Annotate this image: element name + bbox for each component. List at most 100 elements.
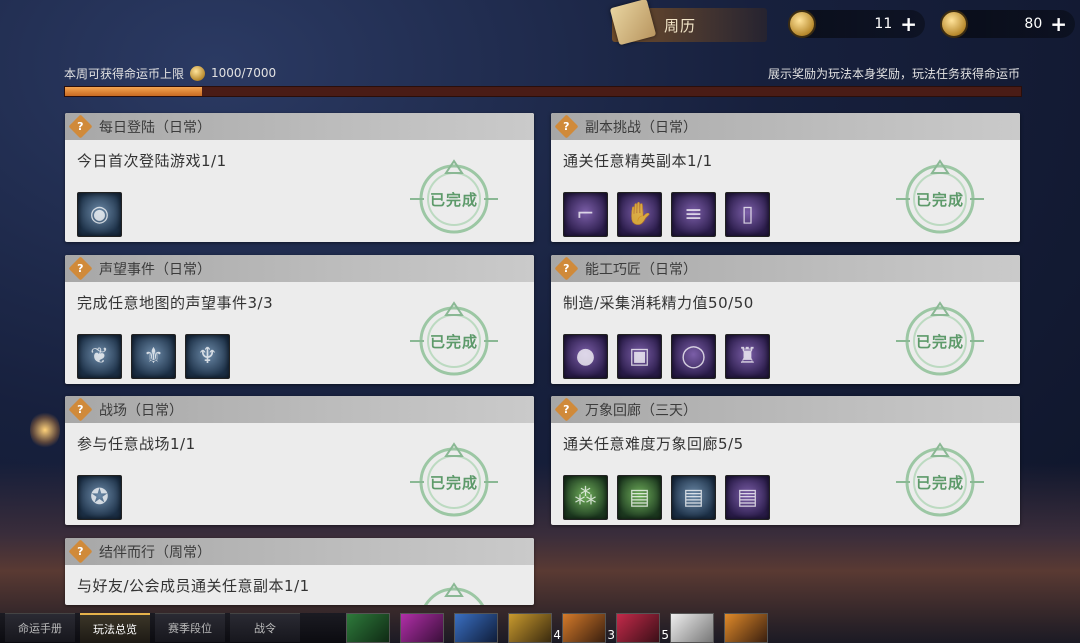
- chest-icon: ▤: [683, 485, 704, 510]
- completed-label: 已完成: [915, 333, 964, 351]
- quest-help-icon[interactable]: ?: [554, 256, 579, 281]
- quest-header: ? 战场（日常）: [65, 396, 534, 423]
- quest-card-reputation[interactable]: ? 声望事件（日常） 完成任意地图的声望事件3/3 ❦ ⚜ ♆ 已完成: [65, 255, 534, 384]
- currency-fate-coin: 80 +: [940, 10, 1075, 38]
- reward-item[interactable]: ♜: [725, 334, 770, 379]
- reward-item[interactable]: ⚜: [131, 334, 176, 379]
- completed-stamp: 已完成: [892, 299, 988, 379]
- quest-card-daily-login[interactable]: ? 每日登陆（日常） 今日首次登陆游戏1/1 ◉ 已完成: [65, 113, 534, 242]
- energy-add-button[interactable]: +: [900, 14, 917, 34]
- ring-icon: ◯: [681, 344, 706, 369]
- completed-label: 已完成: [429, 333, 478, 351]
- faction-emblem-icon: ♆: [197, 344, 218, 369]
- reward-item[interactable]: ▤: [671, 475, 716, 520]
- quest-header: ? 结伴而行（周常）: [65, 538, 534, 565]
- reward-list: ❦ ⚜ ♆: [77, 334, 230, 379]
- fate-coin-icon: [190, 65, 206, 81]
- completed-stamp: 已完成: [406, 440, 502, 520]
- reward-item[interactable]: ▤: [617, 475, 662, 520]
- quest-header: ? 能工巧匠（日常）: [551, 255, 1020, 282]
- quest-card-crafting[interactable]: ? 能工巧匠（日常） 制造/采集消耗精力值50/50 ● ▣ ◯ ♜ 已完成: [551, 255, 1020, 384]
- reward-item[interactable]: ⁂: [563, 475, 608, 520]
- quest-header: ? 声望事件（日常）: [65, 255, 534, 282]
- reward-item[interactable]: ◯: [671, 334, 716, 379]
- tab-season-rank[interactable]: 赛季段位: [155, 613, 225, 642]
- calendar-scroll-icon: [609, 0, 657, 46]
- skill-slot[interactable]: [724, 613, 768, 643]
- reward-item[interactable]: ▯: [725, 192, 770, 237]
- quest-help-icon[interactable]: ?: [554, 114, 579, 139]
- reward-list: ● ▣ ◯ ♜: [563, 334, 770, 379]
- bomb-icon: ●: [575, 344, 596, 369]
- weekly-calendar-button[interactable]: 周历: [609, 0, 767, 46]
- completed-stamp: [406, 580, 502, 605]
- reward-item[interactable]: ●: [563, 334, 608, 379]
- reward-item[interactable]: ✋: [617, 192, 662, 237]
- quest-category: 能工巧匠（日常）: [585, 261, 697, 278]
- quest-header: ? 万象回廊（三天）: [551, 396, 1020, 423]
- reward-item[interactable]: ⌐: [563, 192, 608, 237]
- belt-icon: ≡: [684, 202, 703, 227]
- fate-coin-add-button[interactable]: +: [1050, 14, 1067, 34]
- herb-pile-icon: ⁂: [574, 485, 597, 510]
- quest-category: 万象回廊（三天）: [585, 402, 697, 419]
- crate-icon: ▣: [629, 344, 650, 369]
- weekly-cap-progress-bar: [64, 86, 1022, 97]
- skill-slot[interactable]: [400, 613, 444, 643]
- quest-category: 声望事件（日常）: [99, 261, 211, 278]
- weekly-cap-row: 本周可获得命运币上限 1000/7000 展示奖励为玩法本身奖励，玩法任务获得命…: [64, 64, 1020, 82]
- weekly-cap-label: 本周可获得命运币上限: [64, 66, 185, 81]
- quest-help-icon[interactable]: ?: [68, 114, 93, 139]
- quest-header: ? 每日登陆（日常）: [65, 113, 534, 140]
- quest-help-icon[interactable]: ?: [68, 539, 93, 564]
- bottom-tab-bar: 命运手册 玩法总览 赛季段位 战令: [0, 613, 346, 643]
- medal-icon: ◉: [89, 202, 110, 227]
- reward-list: ⌐ ✋ ≡ ▯: [563, 192, 770, 237]
- quest-category: 每日登陆（日常）: [99, 119, 211, 136]
- skill-slot[interactable]: [346, 613, 390, 643]
- item-slot[interactable]: 3: [562, 613, 615, 643]
- completed-label: 已完成: [429, 191, 478, 209]
- completed-label: 已完成: [915, 474, 964, 492]
- quest-category: 战场（日常）: [99, 402, 183, 419]
- mount-slot[interactable]: [670, 613, 714, 643]
- tab-battle-pass[interactable]: 战令: [230, 613, 300, 642]
- lantern-icon: ♜: [737, 344, 758, 369]
- reward-list: ⁂ ▤ ▤ ▤: [563, 475, 770, 520]
- reward-list: ◉: [77, 192, 122, 237]
- reward-item[interactable]: ♆: [185, 334, 230, 379]
- quest-card-battleground[interactable]: ? 战场（日常） 参与任意战场1/1 ✪ 已完成: [65, 396, 534, 525]
- quest-help-icon[interactable]: ?: [68, 256, 93, 281]
- reward-item[interactable]: ≡: [671, 192, 716, 237]
- tab-fate-handbook[interactable]: 命运手册: [5, 613, 75, 642]
- skill-slot[interactable]: [454, 613, 498, 643]
- cloak-icon: ▯: [741, 202, 754, 227]
- completed-label: 已完成: [915, 191, 964, 209]
- badge-icon: ✪: [90, 485, 109, 510]
- reward-item[interactable]: ▤: [725, 475, 770, 520]
- background-lantern-light: [30, 410, 60, 450]
- item-slot[interactable]: 5: [616, 613, 669, 643]
- fate-coin-icon: [940, 10, 968, 38]
- quest-card-corridor[interactable]: ? 万象回廊（三天） 通关任意难度万象回廊5/5 ⁂ ▤ ▤ ▤ 已完成: [551, 396, 1020, 525]
- reward-item[interactable]: ◉: [77, 192, 122, 237]
- quest-card-companion[interactable]: ? 结伴而行（周常） 与好友/公会成员通关任意副本1/1: [65, 538, 534, 605]
- reward-item[interactable]: ❦: [77, 334, 122, 379]
- fate-coin-amount: 80: [1024, 16, 1043, 32]
- completed-stamp: 已完成: [406, 299, 502, 379]
- item-slot[interactable]: 4: [508, 613, 561, 643]
- quest-header: ? 副本挑战（日常）: [551, 113, 1020, 140]
- faction-emblem-icon: ❦: [90, 344, 109, 369]
- calendar-label: 周历: [664, 16, 697, 35]
- chest-icon: ▤: [629, 485, 650, 510]
- reward-item[interactable]: ✪: [77, 475, 122, 520]
- tab-gameplay-overview[interactable]: 玩法总览: [80, 613, 150, 643]
- quest-category: 副本挑战（日常）: [585, 119, 697, 136]
- completed-label: 已完成: [429, 474, 478, 492]
- currency-energy: 11 +: [788, 10, 925, 38]
- quest-card-dungeon[interactable]: ? 副本挑战（日常） 通关任意精英副本1/1 ⌐ ✋ ≡ ▯ 已完成: [551, 113, 1020, 242]
- skill-hotbar: 4 3 5: [346, 613, 768, 643]
- reward-item[interactable]: ▣: [617, 334, 662, 379]
- quest-help-icon[interactable]: ?: [554, 397, 579, 422]
- quest-help-icon[interactable]: ?: [68, 397, 93, 422]
